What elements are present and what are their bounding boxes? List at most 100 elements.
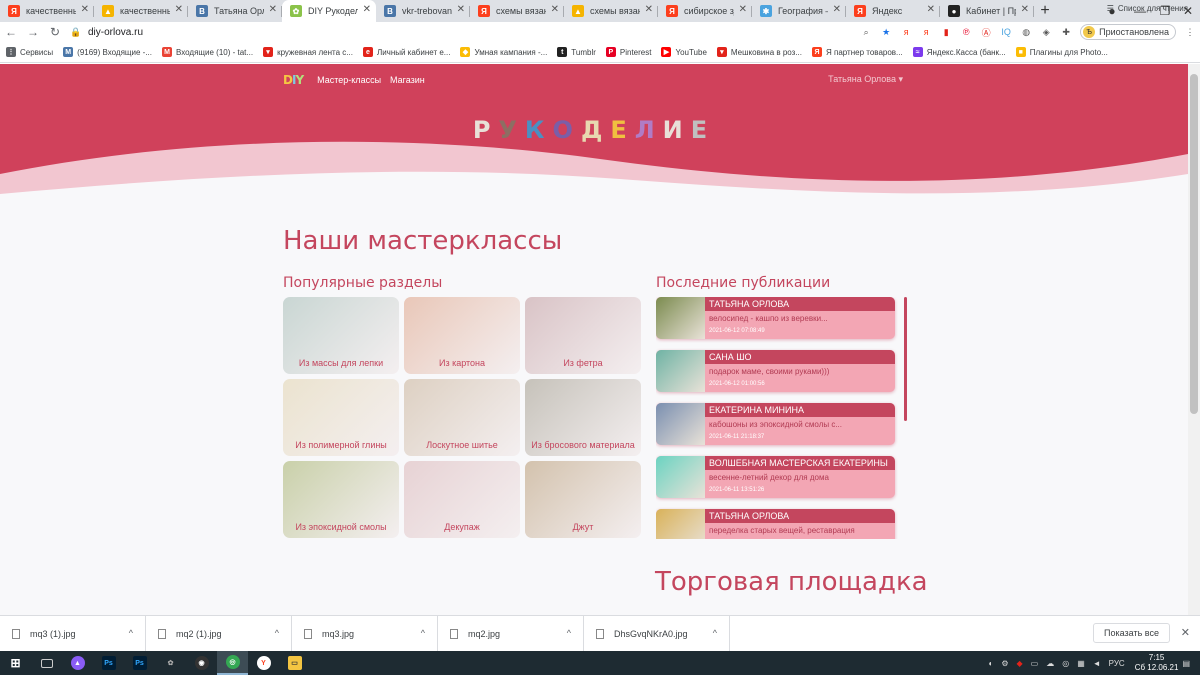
menu-icon[interactable]: ⋮ [1180,22,1200,42]
post-card[interactable]: ТАТЬЯНА ОРЛОВА переделка старых вещей, ре… [656,509,895,539]
bookmark-item[interactable]: t Tumblr [557,47,596,57]
bookmark-item[interactable]: ■ Плагины для Photo... [1015,47,1108,57]
lock-icon[interactable]: 🔒 [70,27,84,38]
chevron-up-icon[interactable]: ^ [129,628,133,638]
close-tab-icon[interactable]: ✕ [927,4,935,15]
close-tab-icon[interactable]: ✕ [269,4,277,15]
bookmark-item[interactable]: ▾ Мешковина в роз... [716,47,802,57]
latest-posts-feed[interactable]: ТАТЬЯНА ОРЛОВА велосипед - кашпо из верев… [656,297,908,539]
download-item[interactable]: mq2.jpg ^ [438,615,584,652]
cloud-icon[interactable]: ☁ [1046,659,1054,668]
post-card[interactable]: ВОЛШЕБНАЯ МАСТЕРСКАЯ ЕКАТЕРИНЫ весенне-ле… [656,456,895,498]
tab-1[interactable]: ▲ качественный ✕ [94,0,188,22]
page-scrollbar[interactable] [1188,64,1200,615]
yandex-ext-icon-2[interactable]: я [916,22,936,42]
extensions-icon[interactable]: ✚ [1056,22,1076,42]
tab-5[interactable]: Ясхемы вязания ✕ [470,0,564,22]
adblock-ext-icon[interactable]: Ⓐ [976,22,996,42]
show-all-downloads-button[interactable]: Показать все [1093,623,1170,643]
tab-6[interactable]: ▲ схемы вязания ✕ [564,0,658,22]
new-tab-icon[interactable]: + [1034,0,1056,22]
clock[interactable]: 7:15 Сб 12.06.21 [1135,653,1179,673]
reload-icon[interactable]: ↻ [44,25,66,39]
app-tray-icon[interactable]: ◆ [1016,659,1022,668]
chrome-icon[interactable]: ◎ [217,651,248,675]
bookmark-item[interactable]: e Личный кабинет е... [362,47,450,57]
steam-icon[interactable]: ◐ [988,659,993,668]
compass-ext-icon[interactable]: ◈ [1036,22,1056,42]
tab-0[interactable]: Якачественный ✕ [0,0,94,22]
bookmark-item[interactable]: ▾ кружевная лента с... [263,47,353,57]
close-tab-icon[interactable]: ✕ [645,4,653,15]
back-icon[interactable]: ← [0,25,22,39]
download-item[interactable]: DhsGvqNKrA0.jpg ^ [584,615,730,652]
tab-10[interactable]: ● Кабинет | При ✕ [940,0,1034,22]
post-card[interactable]: ЕКАТЕРИНА МИНИНА кабошоны из эпоксидной с… [656,403,895,445]
category-card[interactable]: Джут [525,461,641,538]
wifi-icon[interactable]: ▦ [1077,659,1085,668]
url-bar[interactable]: diy-orlova.ru [88,27,143,38]
close-tab-icon[interactable]: ✕ [457,4,465,15]
category-card[interactable]: Из картона [404,297,520,374]
globe-ext-icon[interactable]: ◍ [1016,22,1036,42]
feed-scrollbar[interactable] [904,297,907,421]
forward-icon[interactable]: → [22,25,44,39]
nav-shop[interactable]: Магазин [390,75,425,85]
close-tab-icon[interactable]: ✕ [81,4,89,15]
chevron-up-icon[interactable]: ^ [567,628,571,638]
chevron-up-icon[interactable]: ^ [713,628,717,638]
category-card[interactable]: Из фетра [525,297,641,374]
reading-list[interactable]: ☰ Список для чтения [1107,4,1188,13]
category-card[interactable]: Декупаж [404,461,520,538]
chevron-up-icon[interactable]: ^ [421,628,425,638]
bookmark-ext-icon[interactable]: ▮ [936,22,956,42]
close-tab-icon[interactable]: ✕ [551,4,559,15]
user-menu[interactable]: Татьяна Орлова ▾ [828,74,903,85]
bookmark-item[interactable]: P Pinterest [605,47,651,57]
chrome-tray-icon[interactable]: ◎ [1062,659,1069,668]
volume-icon[interactable]: ◄ [1093,659,1101,668]
tab-3[interactable]: ✿ DIY Рукоделие ✕ [282,0,376,22]
file-explorer-icon[interactable]: ▭ [279,651,310,675]
language-indicator[interactable]: РУС [1109,659,1125,668]
close-tab-icon[interactable]: ✕ [739,4,747,15]
category-card[interactable]: Из бросового материала [525,379,641,456]
close-tab-icon[interactable]: ✕ [175,4,183,15]
bookmark-item[interactable]: Я Я партнер товаров... [812,47,903,57]
photoshop-icon-2[interactable]: Ps [124,651,155,675]
photoshop-icon[interactable]: Ps [93,651,124,675]
category-card[interactable]: Лоскутное шитье [404,379,520,456]
scrollbar-thumb[interactable] [1190,74,1198,414]
tab-2[interactable]: В Татьяна Орлова ✕ [188,0,282,22]
bookmark-item[interactable]: ▶ YouTube [661,47,707,57]
nav-masterclasses[interactable]: Мастер-классы [317,75,381,85]
search-icon[interactable]: ⌕ [856,22,876,42]
yandex-browser-icon[interactable]: Y [248,651,279,675]
bookmark-item[interactable]: ≈ Яндекс.Касса (банк... [912,47,1006,57]
pinterest-ext-icon[interactable]: ℗ [956,22,976,42]
tab-8[interactable]: ✱ География – На ✕ [752,0,846,22]
notifications-icon[interactable]: ▤ [1182,659,1190,668]
profile-button[interactable]: Ѣ Приостановлена [1080,24,1176,40]
tab-4[interactable]: Вvkr-trebovaniya ✕ [376,0,470,22]
close-tab-icon[interactable]: ✕ [833,4,841,15]
chevron-up-icon[interactable]: ^ [275,628,279,638]
obs-icon[interactable]: ◉ [186,651,217,675]
bookmark-star-icon[interactable]: ★ [876,22,896,42]
download-item[interactable]: mq3 (1).jpg ^ [0,615,146,652]
windows-start-icon[interactable]: ⊞ [0,651,31,675]
download-item[interactable]: mq3.jpg ^ [292,615,438,652]
category-card[interactable]: Из эпоксидной смолы [283,461,399,538]
bookmark-item[interactable]: ⋮ Сервисы [6,47,53,57]
bookmark-item[interactable]: М (9169) Входящие -... [63,47,152,57]
app-icon[interactable]: ✿ [155,651,186,675]
post-card[interactable]: САНА ШО подарок маме, своими руками))) 202… [656,350,895,392]
alice-icon[interactable]: ▲ [62,651,93,675]
bookmark-item[interactable]: M Входящие (10) - tat... [162,47,253,57]
tab-9[interactable]: Я Яндекс ✕ [846,0,940,22]
close-tab-icon[interactable]: ✕ [363,4,371,15]
site-logo[interactable]: DIY [283,73,304,87]
tab-7[interactable]: Ясибирское здо ✕ [658,0,752,22]
download-item[interactable]: mq2 (1).jpg ^ [146,615,292,652]
iq-ext-icon[interactable]: IQ [996,22,1016,42]
